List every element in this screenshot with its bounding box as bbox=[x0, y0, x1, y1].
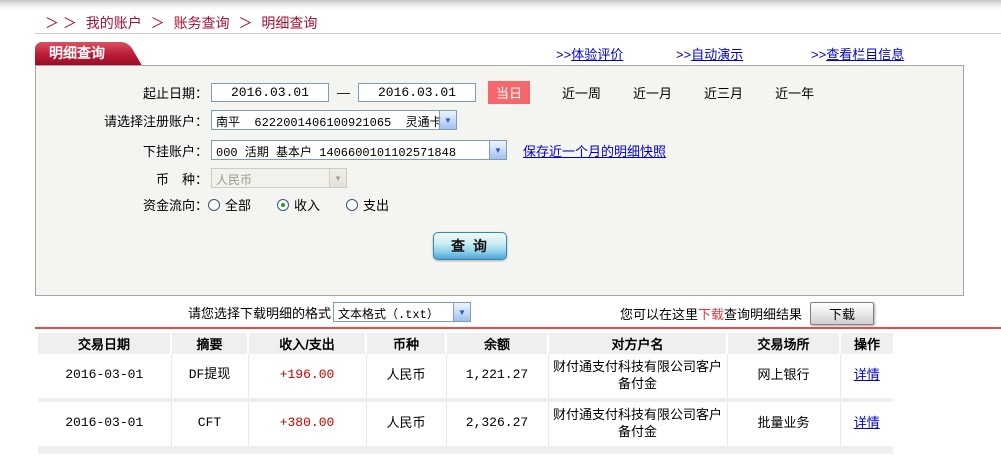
col-header-summary: 摘要 bbox=[170, 333, 248, 354]
cell-currency: 人民币 bbox=[365, 354, 446, 398]
col-header-amount: 收入/支出 bbox=[247, 333, 366, 354]
cell-date: 2016-03-01 bbox=[38, 401, 171, 446]
col-header-channel: 交易场所 bbox=[726, 333, 840, 354]
cell-summary: DF提现 bbox=[170, 354, 248, 398]
top-gradient-bar bbox=[0, 0, 1001, 10]
currency-value: 人民币 bbox=[216, 174, 253, 187]
detail-link[interactable]: 详情 bbox=[854, 367, 880, 382]
download-hint-area: 您可以在这里 下载 查询明细结果 下载 bbox=[620, 302, 875, 325]
radio-unchecked-icon[interactable] bbox=[208, 198, 220, 211]
cell-summary: CFT bbox=[170, 401, 248, 446]
double-arrow-icon: >> bbox=[676, 47, 692, 62]
table-row: 2016-03-01 DF提现 +196.00 人民币 1,221.27 财付通… bbox=[38, 354, 893, 398]
registered-account-select[interactable]: 南平 6222001406100921065 灵通卡 ▼ bbox=[211, 110, 457, 130]
registered-account-label: 请选择注册账户： bbox=[103, 113, 208, 129]
chevron-down-icon: ▼ bbox=[439, 111, 456, 129]
col-header-balance: 余额 bbox=[445, 333, 548, 354]
detail-link[interactable]: 详情 bbox=[854, 415, 880, 430]
quick-range-last-quarter[interactable]: 近三月 bbox=[704, 83, 743, 102]
chevron-down-icon: ▼ bbox=[489, 141, 506, 159]
col-header-date: 交易日期 bbox=[38, 333, 171, 354]
download-format-value: 文本格式（.txt） bbox=[338, 308, 439, 321]
flow-option-all-label: 全部 bbox=[225, 198, 252, 213]
table-row: 2016-03-01 CFT +380.00 人民币 2,326.27 财付通支… bbox=[38, 401, 893, 446]
sub-account-value: 000 活期 基本户 1406600101102571848 bbox=[216, 146, 457, 159]
date-range-dash: — bbox=[337, 85, 350, 100]
table-bottom-strip bbox=[38, 445, 893, 454]
breadcrumb-separator: ＞ bbox=[238, 15, 253, 31]
flow-option-income[interactable]: 收入 bbox=[277, 195, 320, 214]
double-arrow-icon: >> bbox=[556, 47, 572, 62]
table-header-row: 交易日期 摘要 收入/支出 币种 余额 对方户名 交易场所 操作 bbox=[38, 333, 893, 354]
breadcrumb: ＞ ＞ 我的账户 ＞ 账务查询 ＞ 明细查询 bbox=[40, 13, 317, 33]
currency-row: 币 种： 人民币 ▼ bbox=[36, 168, 955, 188]
start-date-input[interactable] bbox=[211, 83, 329, 102]
quick-range-last-year[interactable]: 近一年 bbox=[775, 83, 814, 102]
download-hint-suffix: 查询明细结果 bbox=[724, 307, 803, 322]
breadcrumb-item-account-query[interactable]: 账务查询 bbox=[174, 15, 230, 31]
date-range-label: 起止日期： bbox=[142, 86, 208, 101]
flow-option-expense[interactable]: 支出 bbox=[346, 195, 389, 214]
double-arrow-icon: >> bbox=[811, 47, 827, 62]
flow-option-all[interactable]: 全部 bbox=[208, 195, 251, 214]
flow-option-income-label: 收入 bbox=[294, 198, 321, 213]
experience-feedback-link[interactable]: >>体验评价 bbox=[556, 44, 623, 63]
fund-flow-row: 资金流向： 全部 收入 支出 bbox=[36, 195, 955, 214]
col-header-counterparty: 对方户名 bbox=[547, 333, 727, 354]
download-hint-highlight: 下载 bbox=[698, 307, 725, 322]
registered-account-value: 南平 6222001406100921065 灵通卡 bbox=[216, 116, 439, 129]
download-hint-prefix: 您可以在这里 bbox=[620, 307, 699, 322]
quick-range-today[interactable]: 当日 bbox=[488, 81, 531, 104]
cell-amount: +196.00 bbox=[247, 354, 366, 398]
download-button[interactable]: 下载 bbox=[810, 302, 875, 325]
flow-option-expense-label: 支出 bbox=[363, 198, 390, 213]
cell-balance: 2,326.27 bbox=[445, 401, 548, 446]
col-header-currency: 币种 bbox=[365, 333, 446, 354]
detail-query-page: ＞ ＞ 我的账户 ＞ 账务查询 ＞ 明细查询 明细查询 >>体验评价 >>自动演… bbox=[0, 0, 1001, 463]
sub-account-label: 下挂账户： bbox=[142, 143, 208, 159]
cell-amount: +380.00 bbox=[247, 401, 366, 446]
registered-account-row: 请选择注册账户： 南平 6222001406100921065 灵通卡 ▼ bbox=[36, 110, 955, 130]
breadcrumb-item-my-account[interactable]: 我的账户 bbox=[86, 15, 142, 31]
end-date-input[interactable] bbox=[358, 83, 476, 102]
cell-balance: 1,221.27 bbox=[445, 354, 548, 398]
breadcrumb-prefix: ＞ ＞ bbox=[45, 15, 77, 31]
quick-range-last-month[interactable]: 近一月 bbox=[633, 83, 672, 102]
breadcrumb-separator: ＞ bbox=[150, 15, 165, 31]
tab-title: 明细查询 bbox=[49, 45, 105, 61]
sub-account-row: 下挂账户： 000 活期 基本户 1406600101102571848 ▼ 保… bbox=[36, 140, 955, 160]
query-form-panel: 起止日期： — 当日 近一周 近一月 近三月 近一年 请选择注册账户： 南平 6… bbox=[35, 65, 964, 296]
cell-counterparty: 财付通支付科技有限公司客户备付金 bbox=[547, 354, 727, 398]
cell-currency: 人民币 bbox=[365, 401, 446, 446]
cell-counterparty: 财付通支付科技有限公司客户备付金 bbox=[547, 401, 727, 446]
cell-date: 2016-03-01 bbox=[38, 354, 171, 398]
save-monthly-snapshot-link[interactable]: 保存近一个月的明细快照 bbox=[523, 141, 666, 160]
chevron-down-icon: ▼ bbox=[453, 303, 471, 321]
date-range-row: 起止日期： — 当日 近一周 近一月 近三月 近一年 bbox=[36, 81, 955, 104]
transaction-table: 交易日期 摘要 收入/支出 币种 余额 对方户名 交易场所 操作 2016-03… bbox=[38, 333, 893, 454]
radio-checked-icon[interactable] bbox=[277, 198, 290, 211]
view-column-info-link[interactable]: >>查看栏目信息 bbox=[811, 44, 904, 63]
chevron-down-icon: ▼ bbox=[329, 169, 346, 187]
quick-range-last-week[interactable]: 近一周 bbox=[562, 83, 601, 102]
query-button[interactable]: 查 询 bbox=[433, 232, 507, 260]
download-format-label: 请您选择下载明细的格式 bbox=[188, 305, 332, 321]
breadcrumb-item-detail-query[interactable]: 明细查询 bbox=[261, 15, 317, 31]
cell-channel: 网上银行 bbox=[726, 354, 840, 398]
fund-flow-label: 资金流向： bbox=[142, 198, 208, 213]
sub-account-select[interactable]: 000 活期 基本户 1406600101102571848 ▼ bbox=[211, 140, 507, 160]
download-format-area: 请您选择下载明细的格式 文本格式（.txt） ▼ bbox=[188, 302, 472, 322]
table-top-red-divider bbox=[35, 327, 1001, 329]
download-format-select[interactable]: 文本格式（.txt） ▼ bbox=[333, 302, 472, 322]
cell-channel: 批量业务 bbox=[726, 401, 840, 446]
col-header-action: 操作 bbox=[839, 333, 893, 354]
tab-detail-query: 明细查询 bbox=[35, 42, 121, 65]
auto-demo-link[interactable]: >>自动演示 bbox=[676, 44, 743, 63]
currency-label: 币 种： bbox=[155, 171, 208, 187]
currency-select-disabled: 人民币 ▼ bbox=[211, 168, 347, 188]
radio-unchecked-icon[interactable] bbox=[346, 198, 359, 211]
breadcrumb-divider bbox=[35, 33, 1001, 34]
